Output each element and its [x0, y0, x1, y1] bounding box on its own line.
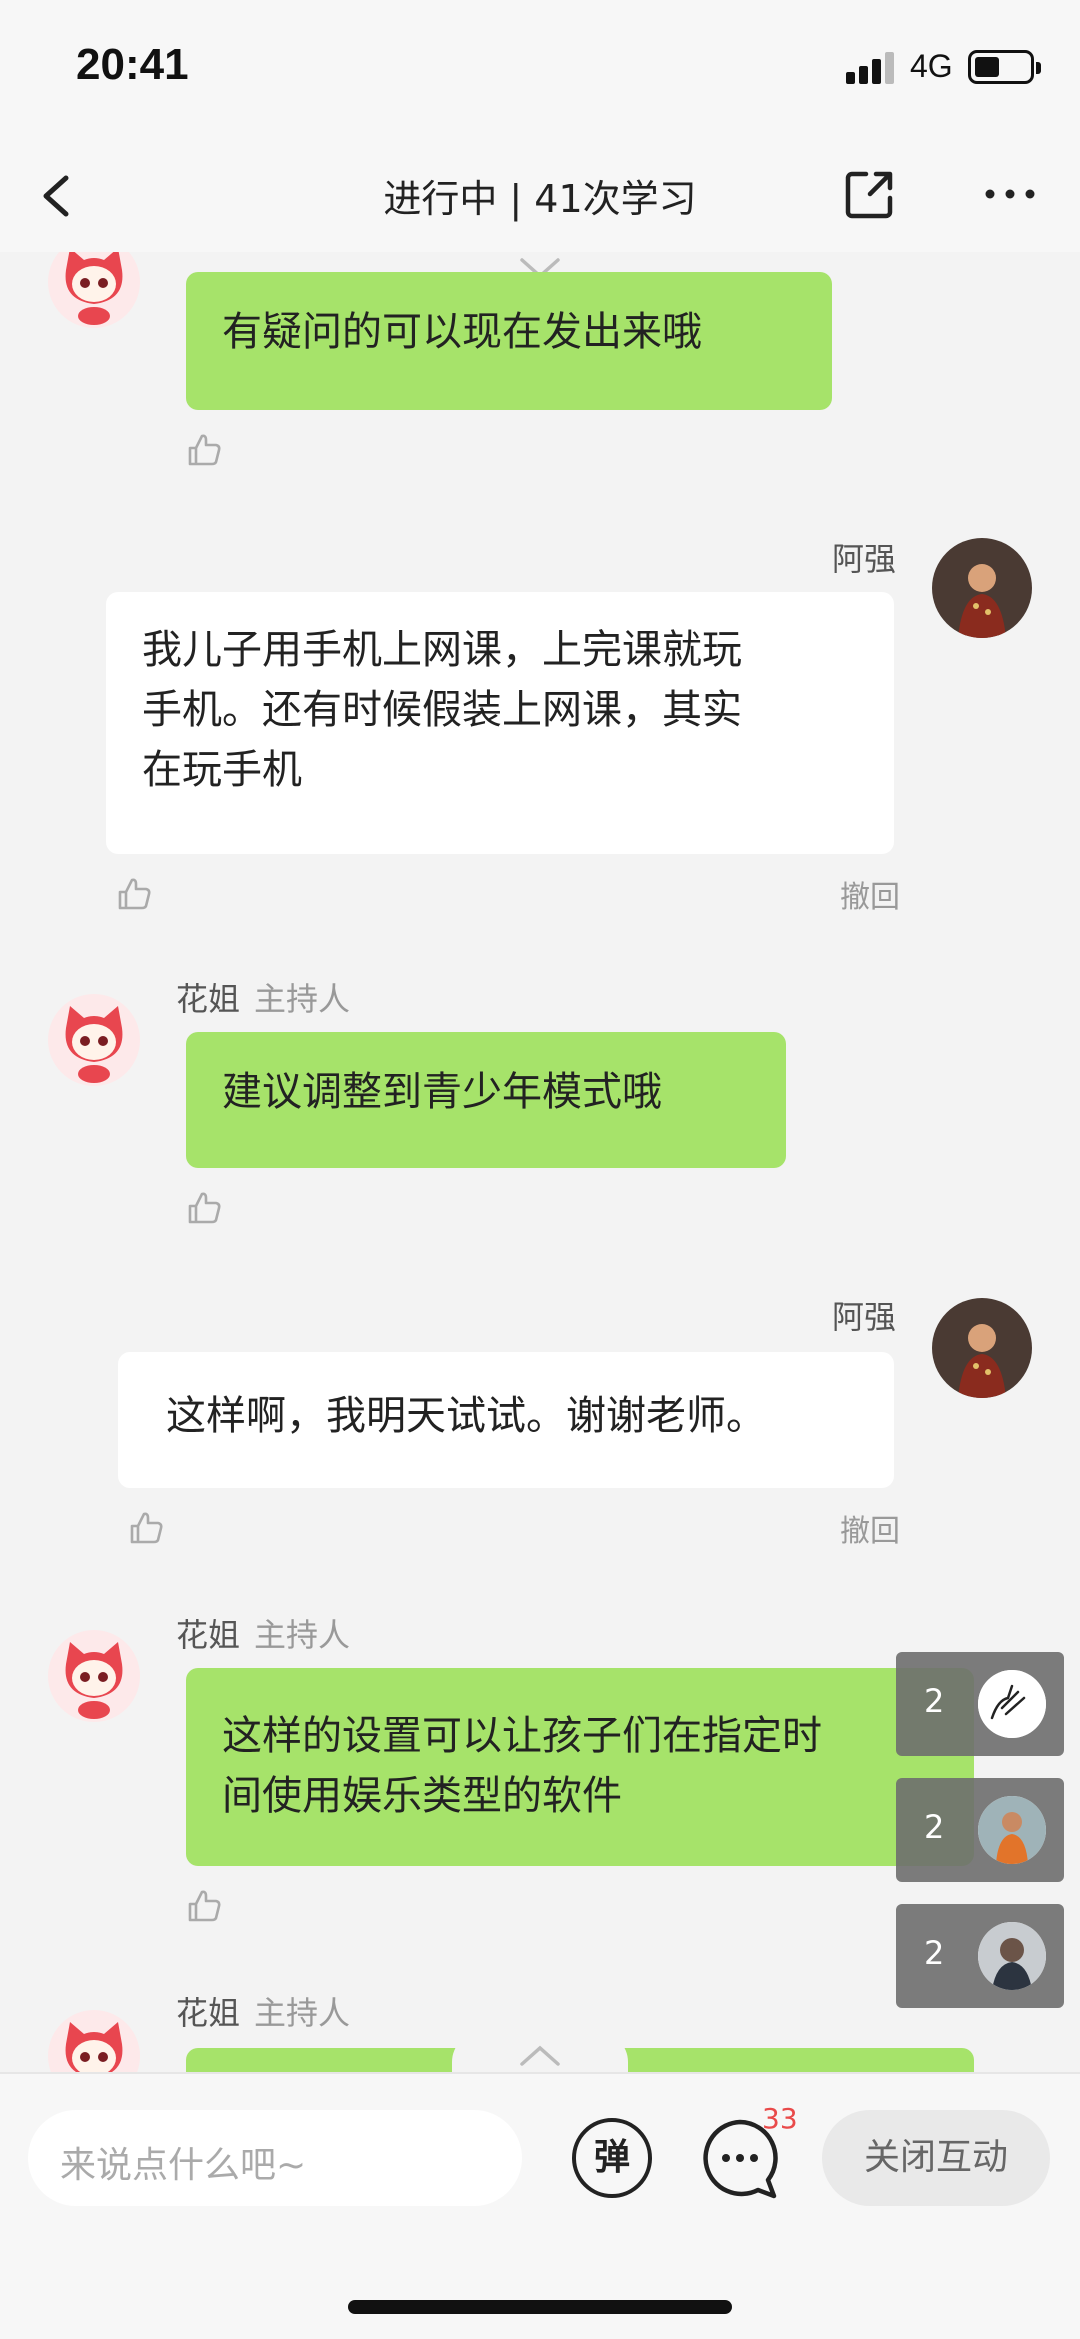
message-line: 间使用娱乐类型的软件 [222, 1773, 622, 1819]
listener-avatar [978, 1796, 1046, 1864]
sender-role: 主持人 [254, 1994, 351, 2032]
listener-card[interactable]: 2 [896, 1778, 1064, 1882]
message-bubble[interactable]: 这样的设置可以让孩子们在指定时 间使用娱乐类型的软件 [186, 1668, 974, 1866]
page-title: 进行中 | 41次学习 [383, 177, 697, 221]
message-line: 在玩手机 [142, 747, 302, 793]
status-time: 20:41 [76, 40, 189, 89]
nav-bar: 进行中 | 41次学习 [0, 140, 1080, 252]
message-text: 建议调整到青少年模式哦 [222, 1069, 662, 1115]
message-line: 手机。还有时候假装上网课，其实 [142, 687, 742, 733]
sender-name: 花姐 [176, 1616, 241, 1654]
collapse-tab-bottom[interactable] [452, 2032, 628, 2072]
sender-role: 主持人 [254, 980, 351, 1018]
sender-name: 花姐 [176, 1994, 241, 2032]
like-icon[interactable] [184, 1886, 224, 1926]
host-avatar[interactable] [44, 988, 144, 1088]
message-bubble[interactable]: 我儿子用手机上网课，上完课就玩 手机。还有时候假装上网课，其实 在玩手机 [106, 592, 894, 854]
message-bubble[interactable]: 建议调整到青少年模式哦 [186, 1032, 786, 1168]
sender-meta: 花姐 主持人 [176, 974, 350, 1020]
listener-avatar [978, 1922, 1046, 1990]
listener-count: 2 [924, 1934, 945, 1972]
signal-icon [846, 52, 896, 84]
listener-card[interactable]: 2 [896, 1904, 1064, 2008]
sender-name: 阿强 [832, 1298, 897, 1336]
listener-avatar [978, 1670, 1046, 1738]
more-icon[interactable] [980, 164, 1040, 224]
user-avatar[interactable] [932, 1298, 1032, 1398]
message-line: 这样的设置可以让孩子们在指定时 [222, 1713, 822, 1759]
listener-card[interactable]: 2 [896, 1652, 1064, 1756]
sender-meta: 花姐 主持人 [176, 1988, 350, 2034]
battery-icon [968, 50, 1041, 84]
danmu-toggle-button[interactable]: 弹 [572, 2118, 652, 2198]
user-avatar[interactable] [932, 538, 1032, 638]
chevron-up-icon [520, 2045, 560, 2066]
host-avatar[interactable] [44, 252, 144, 330]
chat-list[interactable]: 有疑问的可以现在发出来哦 阿强 我儿子用手机上网课，上完课就玩 手机。还有时候假… [0, 252, 1080, 2072]
message-input[interactable]: 来说点什么吧~ [28, 2110, 522, 2206]
message-text: 有疑问的可以现在发出来哦 [222, 309, 702, 355]
sender-name: 花姐 [176, 980, 241, 1018]
like-icon[interactable] [184, 1188, 224, 1228]
like-icon[interactable] [126, 1508, 166, 1548]
close-interaction-button[interactable]: 关闭互动 [822, 2110, 1050, 2206]
sender-meta: 花姐 主持人 [176, 1610, 350, 1656]
network-type: 4G [910, 48, 953, 84]
like-icon[interactable] [184, 430, 224, 470]
host-avatar[interactable] [44, 1624, 144, 1724]
comment-count-badge: 33 [762, 2102, 798, 2135]
input-bar: 来说点什么吧~ 弹 33 关闭互动 [0, 2072, 1080, 2339]
listener-count: 2 [924, 1808, 945, 1846]
like-icon[interactable] [114, 874, 154, 914]
recall-button[interactable]: 撤回 [840, 872, 900, 916]
sender-name: 阿强 [832, 540, 897, 578]
recall-button[interactable]: 撤回 [840, 1506, 900, 1550]
message-line: 我儿子用手机上网课，上完课就玩 [142, 627, 742, 673]
listener-count: 2 [924, 1682, 945, 1720]
status-bar: 20:41 4G [0, 0, 1080, 140]
message-text: 这样啊，我明天试试。谢谢老师。 [166, 1393, 766, 1439]
share-icon[interactable] [840, 164, 900, 224]
home-indicator[interactable] [348, 2300, 732, 2314]
host-avatar[interactable] [44, 2004, 144, 2072]
sender-role: 主持人 [254, 1616, 351, 1654]
message-bubble[interactable]: 这样啊，我明天试试。谢谢老师。 [118, 1352, 894, 1488]
input-placeholder: 来说点什么吧~ [60, 2145, 307, 2186]
message-bubble[interactable]: 有疑问的可以现在发出来哦 [186, 272, 832, 410]
